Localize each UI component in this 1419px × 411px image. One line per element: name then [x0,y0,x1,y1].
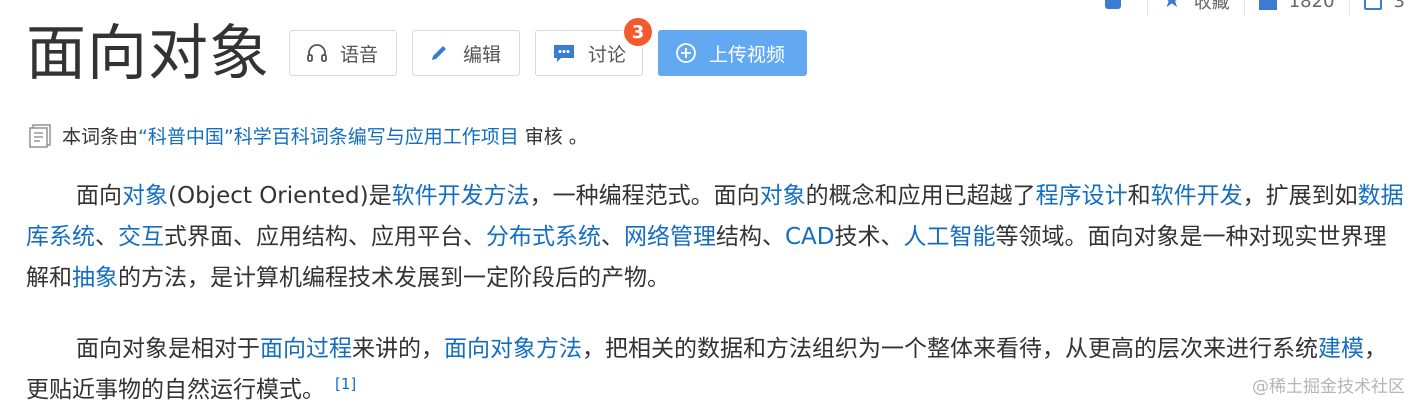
reference-link[interactable]: [1] [335,375,356,393]
term-link[interactable]: 对象 [122,183,168,209]
voice-label: 语音 [340,43,379,66]
top-tool-like[interactable]: 1820 [1243,0,1349,16]
edit-label: 编辑 [463,43,502,66]
watermark: @稀土掘金技术社区 [1252,377,1405,397]
upload-video-button[interactable]: 上传视频 [658,30,807,76]
term-link[interactable]: 面向对象方法 [444,336,582,362]
top-tool-star[interactable]: ★ 收藏 [1147,0,1244,16]
body-text: 的方法，是计算机编程技术发展到一定阶段后的产物。 [118,265,670,291]
box-icon [1363,0,1382,10]
top-tool-label: 3 [1393,0,1405,12]
body-text: ，扩展到如 [1242,183,1358,209]
body-text: 技术、 [834,224,904,250]
discuss-count-badge: 3 [622,16,654,48]
term-link[interactable]: 交互 [118,224,164,250]
document-icon [29,123,51,148]
term-link[interactable]: 网络管理 [624,224,716,250]
body-text: ，把相关的数据和方法组织为一个整体来看待，从更高的层次来进行系统 [582,336,1318,362]
body-text: 、 [601,224,624,250]
body-text: 结构、 [716,224,785,250]
pencil-icon [432,46,446,60]
edit-button[interactable]: 编辑 [412,30,520,76]
body-text: 面向对象是相对于 [76,336,260,362]
term-link[interactable]: 建模 [1318,336,1364,362]
top-tool-label: 收藏 [1193,0,1230,13]
voice-button[interactable]: 语音 [289,30,397,76]
top-tool-box[interactable]: 3 [1348,0,1419,16]
page-title: 面向对象 [26,19,270,89]
review-project-link[interactable]: “科普中国”科学百科词条编写与应用工作项目 [138,122,519,149]
body-text: 来讲的， [352,336,444,362]
discuss-button[interactable]: 讨论 3 [535,16,654,76]
term-link[interactable]: 软件开发方法 [392,183,530,209]
plus-circle-icon [676,43,696,63]
body-text: (Object Oriented)是 [168,183,392,209]
paragraph-1: 面向对象(Object Oriented)是软件开发方法，一种编程范式。面向对象… [26,176,1406,299]
top-toolbar: ★ 收藏 1820 3 [1091,0,1419,16]
share-icon [1105,0,1121,9]
body-text: 、 [95,224,118,250]
term-link[interactable]: CAD [785,224,835,250]
review-note: 本词条由 “科普中国”科学百科词条编写与应用工作项目 审核 。 [28,122,588,149]
body-text: 式界面、应用结构、应用平台、 [164,224,486,250]
term-link[interactable]: 分布式系统 [486,224,601,250]
term-link[interactable]: 人工智能 [904,224,996,250]
term-link[interactable]: 软件开发 [1151,183,1243,209]
chat-icon [554,45,574,62]
term-link[interactable]: 面向过程 [260,336,352,362]
star-icon: ★ [1162,0,1182,13]
review-suffix: 审核 。 [518,126,588,148]
term-link[interactable]: 对象 [760,183,806,209]
review-prefix: 本词条由 [62,126,139,148]
top-tool-label: 1820 [1288,0,1335,12]
body-text: 面向 [76,183,122,209]
term-link[interactable]: 程序设计 [1036,183,1128,209]
headphones-icon [307,44,327,62]
body-text: 的概念和应用已超越了 [805,183,1036,209]
action-buttons: 语音 编辑 讨论 3 上传视频 [289,16,822,76]
like-icon [1258,0,1277,10]
term-link[interactable]: 抽象 [72,265,118,291]
upload-label: 上传视频 [709,43,786,66]
discuss-label: 讨论 [588,43,627,66]
paragraph-2: 面向对象是相对于面向过程来讲的，面向对象方法，把相关的数据和方法组织为一个整体来… [26,329,1406,411]
body-text: ，一种编程范式。面向 [529,183,760,209]
top-tool-share[interactable] [1091,0,1147,16]
body-text: 和 [1127,183,1151,209]
